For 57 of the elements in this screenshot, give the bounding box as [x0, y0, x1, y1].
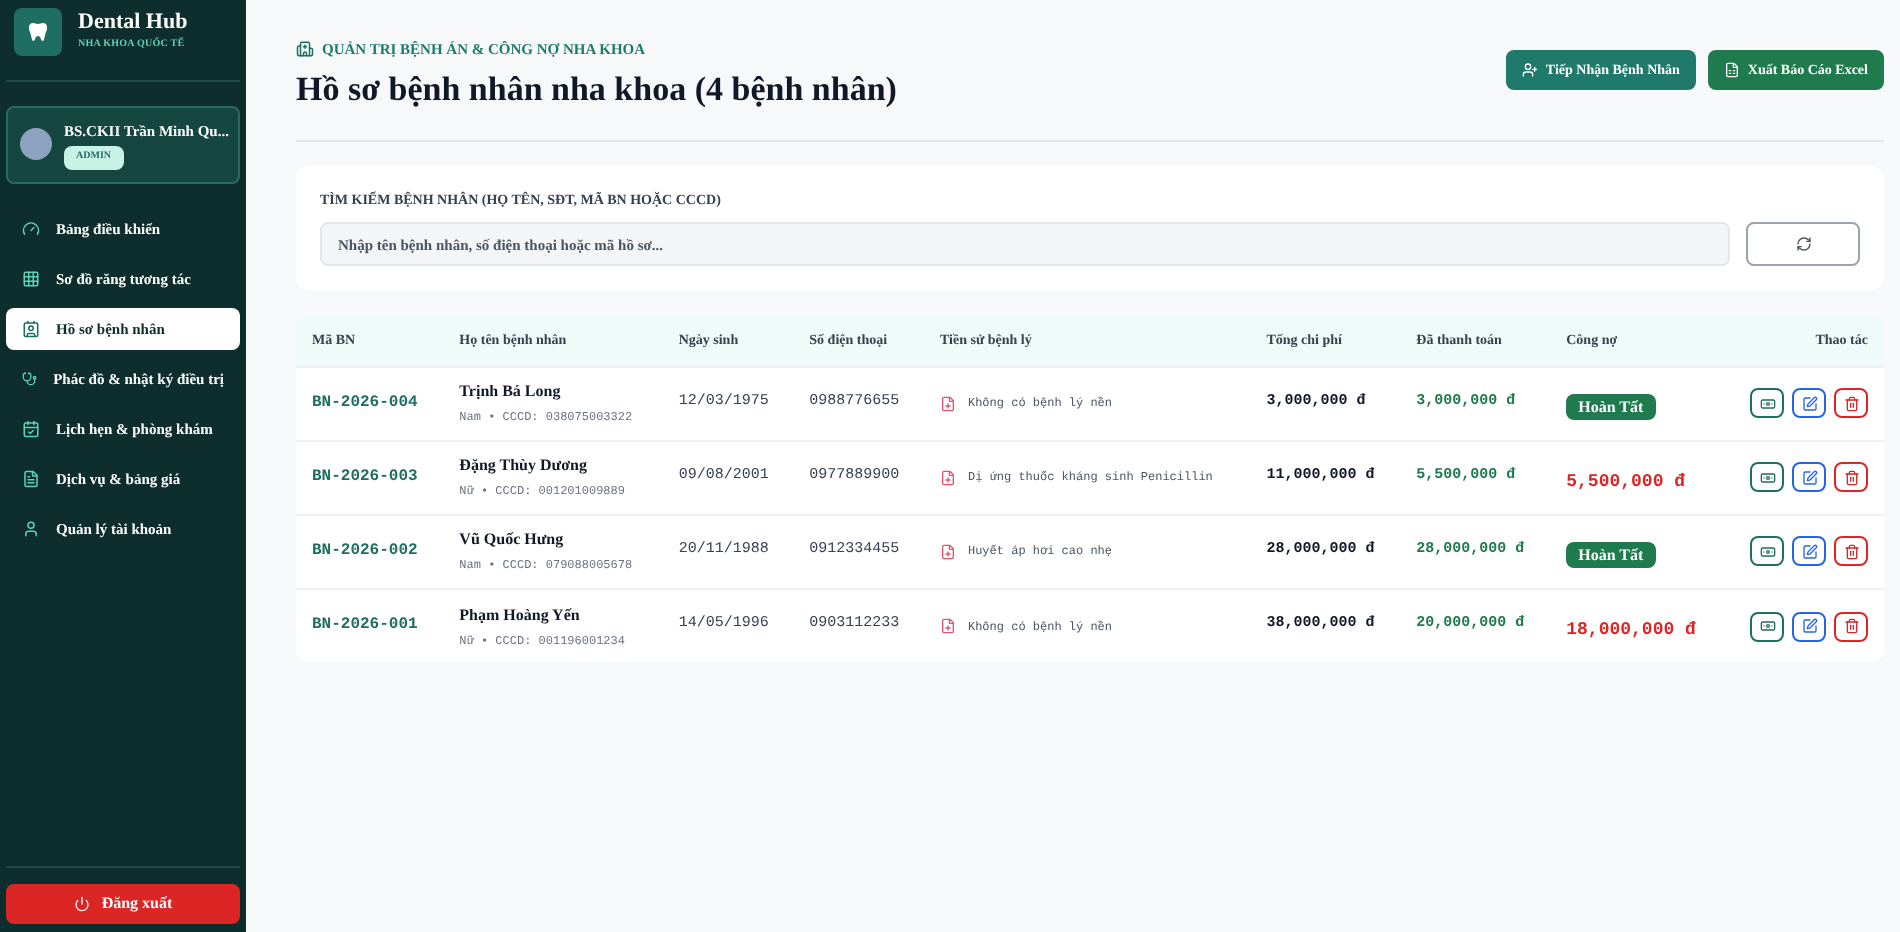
edit-icon [1801, 469, 1817, 486]
brand-name: Dental Hub [78, 10, 188, 37]
status-badge: Hoàn Tất [1566, 393, 1656, 420]
medical-record-icon [939, 469, 956, 486]
edit-button[interactable] [1792, 536, 1826, 567]
patient-name: Phạm Hoàng Yến [459, 603, 582, 627]
banknote-icon [1759, 395, 1775, 412]
edit-button[interactable] [1792, 462, 1826, 493]
edit-icon [1801, 618, 1817, 634]
banknote-icon [1759, 469, 1775, 486]
payment-button[interactable] [1750, 611, 1784, 641]
medical-record-icon [939, 543, 956, 560]
page-title: Hồ sơ bệnh nhân nha khoa (4 bệnh nhân) [296, 68, 897, 113]
nav-icon [22, 319, 40, 338]
payment-button[interactable] [1750, 536, 1784, 567]
medical-record-icon [939, 618, 956, 634]
banknote-icon [1759, 618, 1775, 634]
medical-record-icon [939, 395, 956, 412]
delete-button[interactable] [1834, 536, 1868, 567]
power-icon [73, 896, 90, 912]
banknote-icon [1759, 543, 1775, 560]
payment-button[interactable] [1750, 462, 1784, 493]
patient-id-cell: BN-2026-002 [296, 514, 444, 589]
patient-id-cell: BN-2026-004 [296, 366, 444, 441]
edit-icon [1801, 543, 1817, 560]
delete-button[interactable] [1834, 462, 1868, 493]
nav-icon [22, 269, 40, 288]
trash-icon [1843, 618, 1859, 634]
patient-name: Vũ Quốc Hưng [459, 528, 566, 553]
nav-icon [22, 369, 38, 388]
nav-icon [22, 219, 40, 238]
debt-amount: 18,000,000 đ [1566, 620, 1696, 640]
delete-button[interactable] [1834, 611, 1868, 641]
logout-button[interactable]: Đăng xuất [6, 884, 240, 924]
status-badge: Hoàn Tất [1566, 541, 1656, 568]
tooth-logo-icon [14, 8, 62, 56]
payment-button[interactable] [1750, 388, 1784, 419]
spreadsheet-icon [1723, 62, 1740, 78]
nav-icon [22, 419, 40, 438]
clinic-icon [296, 40, 314, 59]
debt-amount: 5,500,000 đ [1566, 471, 1686, 492]
trash-icon [1843, 469, 1859, 486]
patient-name: Đặng Thùy Dương [459, 454, 589, 479]
avatar-icon [20, 128, 52, 161]
patient-id-cell: BN-2026-001 [296, 588, 444, 663]
refresh-icon [1795, 236, 1811, 253]
edit-icon [1801, 395, 1817, 412]
nav-icon [22, 519, 40, 538]
patient-name: Trịnh Bá Long [459, 380, 563, 405]
nav-icon [22, 469, 40, 488]
patient-id-cell: BN-2026-003 [296, 440, 444, 515]
edit-button[interactable] [1792, 388, 1826, 419]
trash-icon [1843, 395, 1859, 412]
trash-icon [1843, 543, 1859, 560]
delete-button[interactable] [1834, 388, 1868, 419]
edit-button[interactable] [1792, 611, 1826, 641]
user-plus-icon [1521, 62, 1538, 78]
